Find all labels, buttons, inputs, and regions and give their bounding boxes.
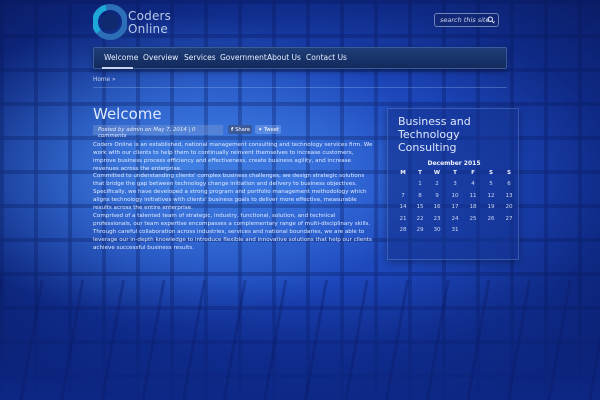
breadcrumb-divider: [93, 87, 507, 88]
calendar-day: 16: [433, 204, 441, 210]
calendar-weekday: M: [400, 170, 406, 176]
calendar-day: 7: [401, 192, 405, 199]
calendar-day: 2: [435, 181, 439, 187]
calendar-weekday: F: [471, 170, 475, 176]
sidebar-widget: Business and Technology Consulting Decem…: [387, 108, 519, 260]
calendar-weekday: T: [453, 170, 457, 176]
nav-item-government[interactable]: Government: [220, 53, 267, 62]
calendar-weekday: T: [418, 170, 422, 176]
nav-item-services[interactable]: Services: [184, 53, 216, 62]
nav-item-about-us[interactable]: About Us: [267, 53, 301, 62]
content-paragraph: Coders Online is an established, nationa…: [93, 142, 373, 172]
calendar-day: 1: [418, 181, 422, 187]
calendar-day: 31: [451, 227, 459, 233]
nav-item-contact-us[interactable]: Contact Us: [306, 53, 347, 62]
calendar-day: 24: [451, 215, 459, 222]
calendar-day: 26: [487, 215, 495, 222]
page-title: Welcome: [93, 105, 162, 123]
calendar-day: 5: [489, 181, 493, 187]
calendar-day: 13: [505, 192, 513, 199]
calendar-weekday: S: [488, 170, 494, 176]
calendar-day: 11: [469, 192, 477, 199]
calendar-caption: December 2015: [427, 160, 481, 167]
calendar-day: 10: [451, 192, 459, 199]
share-label: Share: [235, 126, 251, 133]
calendar-day: 21: [399, 215, 407, 222]
calendar-weekday: W: [433, 170, 441, 176]
calendar-day: 27: [505, 215, 513, 222]
calendar-day: 8: [418, 192, 422, 199]
content-paragraph: Committed to understanding clients' comp…: [93, 173, 367, 211]
tweet-label: Tweet: [264, 126, 279, 133]
calendar-day: 14: [399, 204, 407, 210]
calendar-day: 15: [416, 204, 424, 210]
widget-title: Business and Technology Consulting: [398, 115, 471, 154]
calendar-day: 9: [435, 192, 439, 199]
calendar-day: 25: [469, 215, 477, 222]
post-meta: Posted by admin on May 7, 2014 | 0 comme…: [93, 125, 223, 139]
calendar-day: 22: [416, 215, 424, 222]
calendar-weekday: S: [506, 170, 512, 176]
calendar-day: 3: [453, 181, 457, 187]
calendar-day: 23: [433, 215, 441, 222]
calendar-day: 20: [505, 204, 513, 210]
calendar-day: 12: [487, 192, 495, 199]
calendar-day: 18: [469, 204, 477, 210]
nav-item-welcome[interactable]: Welcome: [104, 53, 138, 62]
site-logo[interactable]: Coders Online: [93, 2, 173, 42]
main-nav: Welcome Overview Services Government Abo…: [93, 47, 507, 69]
tweet-button[interactable]: ✦ Tweet: [255, 125, 281, 134]
background-floor: [0, 280, 600, 400]
calendar-day: 4: [471, 181, 475, 187]
calendar-day: 6: [507, 181, 511, 187]
logo-line-2: Online: [128, 22, 168, 36]
calendar-day: 28: [399, 227, 407, 233]
facebook-share-button[interactable]: f Share: [228, 125, 252, 134]
calendar-day: 30: [433, 227, 441, 233]
search-input[interactable]: search this site...: [434, 13, 499, 27]
logo-icon: [93, 4, 127, 40]
calendar-day: 29: [416, 227, 424, 233]
nav-active-indicator: [102, 67, 133, 69]
logo-text: Coders Online: [128, 10, 171, 36]
nav-item-overview[interactable]: Overview: [143, 53, 178, 62]
search-icon[interactable]: [487, 16, 495, 24]
calendar-day: 19: [487, 204, 495, 210]
content-paragraph: Comprised of a talented team of strategi…: [93, 213, 372, 251]
breadcrumb[interactable]: Home »: [93, 77, 116, 83]
calendar-day: 17: [451, 204, 459, 210]
